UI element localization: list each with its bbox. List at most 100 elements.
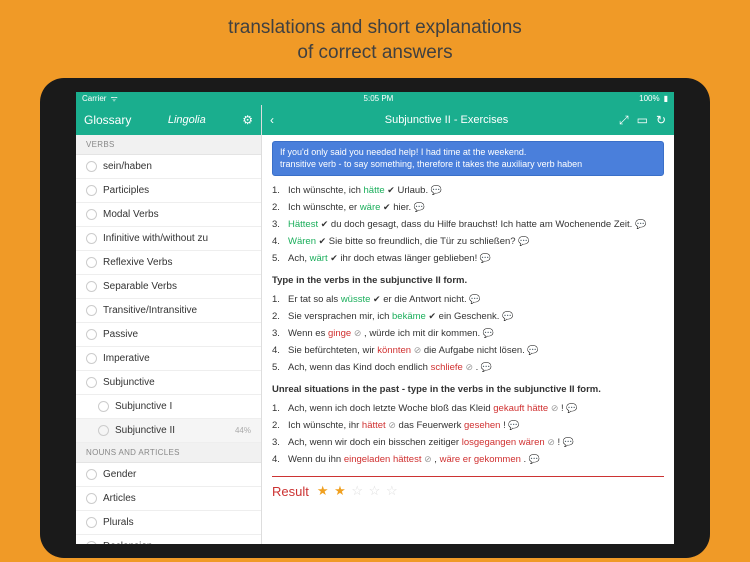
check-icon: ✔ xyxy=(383,202,391,212)
content-pane: ‹ Subjunctive II - Exercises ⤢ ▭ ↻ If yo… xyxy=(262,105,674,544)
comment-icon[interactable]: 💬 xyxy=(508,420,519,430)
back-icon[interactable]: ‹ xyxy=(270,113,274,127)
sidebar-item-label: Subjunctive xyxy=(103,377,155,388)
check-icon: ✔ xyxy=(321,219,329,229)
sidebar: Glossary Lingolia ⚙ VERBS sein/haben Part… xyxy=(76,105,262,544)
comment-icon[interactable]: 💬 xyxy=(527,345,538,355)
result-bar: Result ★ ★ ☆ ☆ ☆ xyxy=(272,476,664,505)
brand-logo: Lingolia xyxy=(168,114,206,126)
comment-icon[interactable]: 💬 xyxy=(481,362,492,372)
sidebar-item[interactable]: Subjunctive I xyxy=(76,395,261,419)
sidebar-item-label: Participles xyxy=(103,185,149,196)
check-icon: ✔ xyxy=(428,311,436,321)
progress-ring-icon xyxy=(86,541,97,544)
exercise-row: 5.Ach, wärt ✔ ihr doch etwas länger gebl… xyxy=(272,250,664,267)
sidebar-item-label: sein/haben xyxy=(103,161,152,172)
exercise-row: 3.Ach, wenn wir doch ein bisschen zeitig… xyxy=(272,434,664,451)
progress-ring-icon xyxy=(86,185,97,196)
sidebar-item-label: Gender xyxy=(103,469,136,480)
sidebar-header: Glossary Lingolia ⚙ xyxy=(76,105,261,135)
sidebar-item-label: Separable Verbs xyxy=(103,281,177,292)
wrong-icon: ⊘ xyxy=(551,403,559,413)
exercise-row: 4.Sie befürchteten, wir könnten ⊘ die Au… xyxy=(272,342,664,359)
comment-icon[interactable]: 💬 xyxy=(563,437,574,447)
sidebar-item[interactable]: Modal Verbs xyxy=(76,203,261,227)
sidebar-item-label: Infinitive with/without zu xyxy=(103,233,208,244)
refresh-icon[interactable]: ↻ xyxy=(656,113,666,127)
progress-ring-icon xyxy=(86,233,97,244)
promo-tagline: translations and short explanations of c… xyxy=(0,0,750,65)
sidebar-item[interactable]: Participles xyxy=(76,179,261,203)
progress-ring-icon xyxy=(86,469,97,480)
clock: 5:05 PM xyxy=(364,94,394,103)
section-verbs: VERBS xyxy=(76,135,261,155)
progress-ring-icon xyxy=(86,257,97,268)
expand-icon[interactable]: ⤢ xyxy=(619,113,629,128)
sidebar-item-label: Reflexive Verbs xyxy=(103,257,172,268)
sidebar-item[interactable]: Transitive/Intransitive xyxy=(76,299,261,323)
rating-stars: ★ ★ ☆ ☆ ☆ xyxy=(317,483,399,499)
wrong-icon: ⊘ xyxy=(465,362,473,372)
sidebar-item[interactable]: Imperative xyxy=(76,347,261,371)
sidebar-item[interactable]: Declension xyxy=(76,535,261,544)
exercise-row: 1.Ich wünschte, ich hätte ✔ Urlaub. 💬 xyxy=(272,182,664,199)
progress-ring-icon xyxy=(86,377,97,388)
wifi-icon: ᯤ xyxy=(110,93,117,104)
wrong-icon: ⊘ xyxy=(414,345,422,355)
sidebar-item[interactable]: Plurals xyxy=(76,511,261,535)
exercise-row: 2.Sie versprachen mir, ich bekäme ✔ ein … xyxy=(272,308,664,325)
sidebar-item-label: Subjunctive I xyxy=(115,401,172,412)
explanation-box: If you'd only said you needed help! I ha… xyxy=(272,141,664,176)
tablet-frame: Carrierᯤ 5:05 PM 100%▮ Glossary Lingolia… xyxy=(40,78,710,558)
exercise-row: 4.Wären ✔ Sie bitte so freundlich, die T… xyxy=(272,233,664,250)
sidebar-item[interactable]: Separable Verbs xyxy=(76,275,261,299)
check-icon: ✔ xyxy=(330,253,338,263)
battery-icon: ▮ xyxy=(664,94,668,103)
comment-icon[interactable]: 💬 xyxy=(635,219,646,229)
sidebar-item-label: Transitive/Intransitive xyxy=(103,305,197,316)
note-icon[interactable]: ▭ xyxy=(637,113,648,127)
sidebar-item[interactable]: Subjunctive xyxy=(76,371,261,395)
comment-icon[interactable]: 💬 xyxy=(431,185,442,195)
comment-icon[interactable]: 💬 xyxy=(518,236,529,246)
comment-icon[interactable]: 💬 xyxy=(529,454,540,464)
sidebar-item-label: Articles xyxy=(103,493,136,504)
section-nouns: NOUNS AND ARTICLES xyxy=(76,443,261,463)
comment-icon[interactable]: 💬 xyxy=(566,403,577,413)
sidebar-item[interactable]: Gender xyxy=(76,463,261,487)
comment-icon[interactable]: 💬 xyxy=(483,328,494,338)
comment-icon[interactable]: 💬 xyxy=(480,253,491,263)
progress-ring-icon xyxy=(86,329,97,340)
comment-icon[interactable]: 💬 xyxy=(502,311,513,321)
exercise-row: 4.Wenn du ihn eingeladen hättest ⊘ , wär… xyxy=(272,451,664,468)
exercise-row: 2.Ich wünschte, ihr hättet ⊘ das Feuerwe… xyxy=(272,417,664,434)
content-header: ‹ Subjunctive II - Exercises ⤢ ▭ ↻ xyxy=(262,105,674,135)
sidebar-item-label: Modal Verbs xyxy=(103,209,159,220)
progress-ring-icon xyxy=(86,517,97,528)
sidebar-item-label: Declension xyxy=(103,541,152,544)
sidebar-item-label: Subjunctive II xyxy=(115,425,175,436)
progress-ring-icon xyxy=(86,305,97,316)
exercise-row: 5.Ach, wenn das Kind doch endlich schlie… xyxy=(272,359,664,376)
exercise-row: 2.Ich wünschte, er wäre ✔ hier. 💬 xyxy=(272,199,664,216)
progress-percent: 44% xyxy=(235,426,251,435)
sidebar-item[interactable]: Articles xyxy=(76,487,261,511)
wrong-icon: ⊘ xyxy=(354,328,362,338)
progress-ring-icon xyxy=(86,161,97,172)
comment-icon[interactable]: 💬 xyxy=(414,202,425,212)
progress-ring-icon xyxy=(86,353,97,364)
exercise-row: 3.Hättest ✔ du doch gesagt, dass du Hilf… xyxy=(272,216,664,233)
page-title: Subjunctive II - Exercises xyxy=(282,114,611,126)
gear-icon[interactable]: ⚙ xyxy=(242,113,253,127)
sidebar-item[interactable]: Reflexive Verbs xyxy=(76,251,261,275)
progress-ring-icon xyxy=(98,425,109,436)
exercise-row: 1.Ach, wenn ich doch letzte Woche bloß d… xyxy=(272,400,664,417)
sidebar-item[interactable]: sein/haben xyxy=(76,155,261,179)
sidebar-item[interactable]: Passive xyxy=(76,323,261,347)
sidebar-item-label: Plurals xyxy=(103,517,134,528)
wrong-icon: ⊘ xyxy=(388,420,396,430)
status-bar: Carrierᯤ 5:05 PM 100%▮ xyxy=(76,92,674,105)
sidebar-item[interactable]: Infinitive with/without zu xyxy=(76,227,261,251)
sidebar-item[interactable]: Subjunctive II 44% xyxy=(76,419,261,443)
comment-icon[interactable]: 💬 xyxy=(469,294,480,304)
